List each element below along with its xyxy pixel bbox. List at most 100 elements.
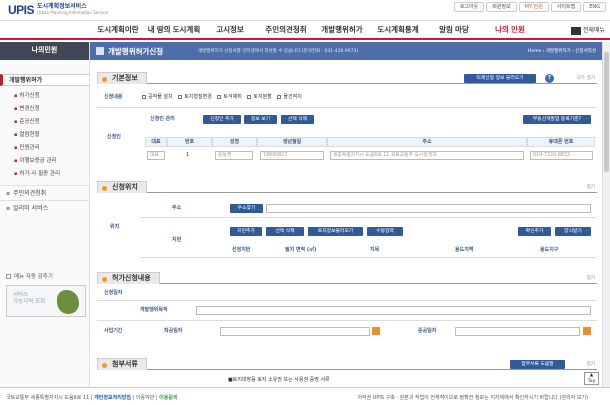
docs-help-button[interactable]: 첨부서류 도움말 xyxy=(510,360,565,369)
gnb-item-permit[interactable]: 개발행위허가 xyxy=(314,21,370,39)
type-option-division-label: 토지분할 xyxy=(253,94,272,100)
side-item-opinion[interactable]: 주민의견청취 xyxy=(0,185,89,200)
side-sub-certificate[interactable]: 허가·사·필증 관리 xyxy=(0,168,89,181)
col-num: 번호 xyxy=(167,137,212,147)
top-label: Top xyxy=(587,379,596,384)
address-label: 주소 xyxy=(172,205,182,211)
breadcrumb: Home › 개발행위허가 › 신청서작성 xyxy=(527,49,596,54)
add-parcel-button[interactable]: 지번추가 xyxy=(230,227,262,236)
col-parcel: 선정지번 xyxy=(232,247,251,253)
col-area: 필지 면적 (㎡) xyxy=(285,247,317,253)
type-option-structure[interactable]: 공작물 설치 xyxy=(138,94,173,100)
calendar-icon[interactable] xyxy=(583,327,591,335)
type-option-land-change[interactable]: 토지형질변경 xyxy=(174,94,212,100)
auto-hide-menu-toggle[interactable]: 메뉴 자동 감추기 xyxy=(6,272,53,280)
scrollbar-thumb[interactable] xyxy=(604,52,609,172)
side-group-permit[interactable]: 개발행위허가 xyxy=(0,74,89,86)
side-sub-manage[interactable]: 민원관리 xyxy=(0,142,89,155)
row-number: 1 xyxy=(186,152,190,158)
delete-parcel-button[interactable]: 선택 삭제 xyxy=(266,227,304,236)
add-applicant-button[interactable]: 신청인 추가 xyxy=(203,115,241,124)
manual-input-button[interactable]: 수동입력 xyxy=(367,227,403,236)
view-info-button[interactable]: 정보 보기 xyxy=(244,115,277,124)
col-zone: 용도지역 xyxy=(455,247,474,253)
calendar-icon[interactable] xyxy=(372,327,380,335)
page-title: 개발행위허가신청 xyxy=(108,47,164,56)
side-sub-status[interactable]: 열람현황 xyxy=(0,129,89,142)
my-petition-link[interactable]: MY 민원 xyxy=(518,2,549,12)
english-link[interactable]: ENG xyxy=(583,2,606,12)
side-sub-deposit[interactable]: 이행보증금 관리 xyxy=(0,155,89,168)
type-option-storage[interactable]: 물건적치 xyxy=(273,94,302,100)
load-draft-button[interactable]: 미제신청 정보 불러오기 xyxy=(464,74,536,83)
confirm-add-button[interactable]: 확인추가 xyxy=(518,227,551,236)
gnb-item-notice[interactable]: 고시정보 xyxy=(202,21,258,39)
section-basic-title: 기본정보 xyxy=(97,72,147,84)
end-date-label: 준공일자 xyxy=(418,328,437,334)
checkbox-icon xyxy=(178,94,183,99)
all-menu-button[interactable]: 전체메뉴 xyxy=(570,25,605,35)
period-label: 사업기간 xyxy=(104,328,123,334)
gnb-item-stats[interactable]: 도시계획통계 xyxy=(370,21,426,39)
type-option-division[interactable]: 토지분할 xyxy=(243,94,272,100)
fold-all-button[interactable]: 모두 접기 xyxy=(577,75,595,81)
fold-site-button[interactable]: 접기 xyxy=(587,184,595,190)
birth-field[interactable]: 19690827 xyxy=(260,151,324,160)
gnb-item-opinion[interactable]: 주민의견청취 xyxy=(258,21,314,39)
gnb-item-my-land[interactable]: 내 땅의 도시계획 xyxy=(146,21,202,39)
real-estate-criteria-button[interactable]: 부동산개발업 등록기준? xyxy=(523,115,591,124)
col-name: 성명 xyxy=(212,137,257,147)
checkbox-icon xyxy=(142,94,146,99)
type-option-quarry[interactable]: 토석채취 xyxy=(213,94,242,100)
address-field[interactable]: 세종특별자치시 도움6로 11 국토교통부 도시정책과 xyxy=(330,151,524,160)
side-sub-change[interactable]: 변경신청 xyxy=(0,103,89,116)
purpose-label: 개발행위목적 xyxy=(140,307,168,313)
fold-docs-button[interactable]: 접기 xyxy=(587,361,595,367)
side-sub-complete[interactable]: 준공신청 xyxy=(0,116,89,129)
name-field[interactable]: 윤동영 xyxy=(215,151,253,160)
sitemap-link[interactable]: 사이트맵 xyxy=(550,2,582,12)
col-phone: 휴대폰 번호 xyxy=(527,137,595,147)
position-label: 위치 xyxy=(110,224,120,230)
site-logo[interactable]: UPIS 도시계획정보서비스 Urban Planning Informatio… xyxy=(8,3,108,17)
terms-link[interactable]: | 이용약관 | xyxy=(133,395,158,401)
start-date-input[interactable] xyxy=(220,327,370,336)
delete-selected-button[interactable]: 선택 삭제 xyxy=(281,115,314,124)
member-info-link[interactable]: 회원정보 xyxy=(486,2,517,12)
rep-field[interactable]: 대표 xyxy=(147,151,165,160)
end-date-input[interactable] xyxy=(455,327,580,336)
load-land-info-button[interactable]: 토지정보불러오기 xyxy=(308,227,363,236)
side-item-alert[interactable]: 알리미 서비스 xyxy=(0,200,89,215)
fold-permit-button[interactable]: 접기 xyxy=(587,275,595,281)
section-site-title: 신청위치 xyxy=(97,181,147,193)
banner-text: 서비스 가능지역 조회 xyxy=(13,292,46,305)
col-rep: 대표 xyxy=(145,137,167,147)
top-button[interactable]: ▲ Top xyxy=(584,372,599,385)
col-district: 용도지구 xyxy=(540,247,559,253)
all-menu-label: 전체메뉴 xyxy=(582,27,605,34)
side-title: 나의민원 xyxy=(0,42,89,60)
address-search-button[interactable]: 주소찾기 xyxy=(230,204,263,213)
applicant-mgmt-label: 신청인 관리 xyxy=(150,116,175,122)
inquiry-link[interactable]: 이용문의 xyxy=(159,395,177,401)
gnb-item-about[interactable]: 도시계획이란 xyxy=(90,21,146,39)
page-subtitle: 개발행위허가 신청서를 인터넷에서 작성할 수 있습니다.(문의전화 : 031… xyxy=(198,49,359,54)
download-form-button[interactable]: 양식받기 xyxy=(555,227,591,236)
phone-field[interactable]: 010-7320-8832 xyxy=(530,151,593,160)
address-input[interactable] xyxy=(266,204,591,213)
side-sub-apply[interactable]: 허가신청 xyxy=(0,90,89,103)
start-date-label: 착공일자 xyxy=(164,328,183,334)
logo-sub: Urban Planning Information Service xyxy=(37,10,109,15)
scrollbar[interactable] xyxy=(602,42,610,387)
purpose-input[interactable] xyxy=(196,306,591,315)
col-birth: 생년월일 xyxy=(257,137,327,147)
section-permit: 허가신청내용 접기 xyxy=(97,272,597,284)
help-icon[interactable]: ? xyxy=(545,74,554,83)
gnb-item-board[interactable]: 알림 마당 xyxy=(426,21,482,39)
logout-link[interactable]: 로그아웃 xyxy=(453,2,485,12)
utility-links: 로그아웃 회원정보 MY 민원 사이트맵 ENG xyxy=(453,2,606,12)
service-area-banner[interactable]: 서비스 가능지역 조회 xyxy=(6,285,86,317)
checkbox-icon xyxy=(217,94,222,99)
privacy-link[interactable]: 개인정보처리방침 xyxy=(94,395,131,401)
gnb-item-my-petition[interactable]: 나의 민원 xyxy=(482,21,538,39)
